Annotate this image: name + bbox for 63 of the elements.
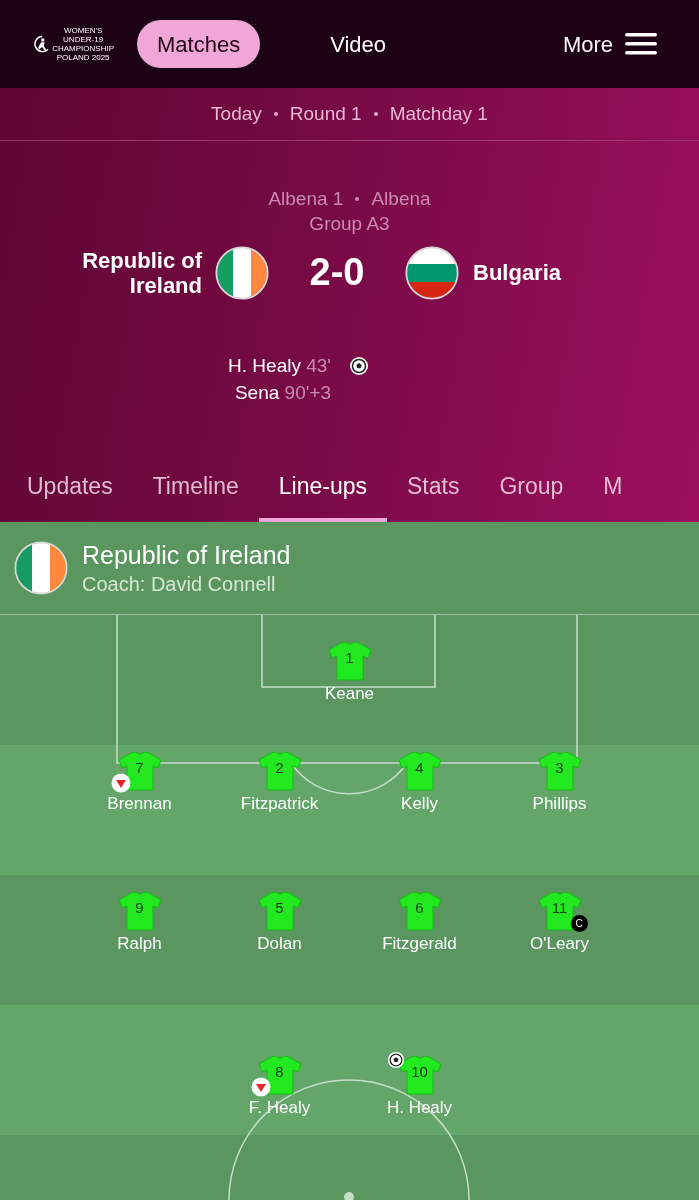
more-menu-button[interactable]: More <box>562 27 657 61</box>
player-name: Fitzpatrick <box>240 793 319 815</box>
shirt-number: 5 <box>274 900 285 915</box>
team-name: Republic of Ireland <box>81 247 202 298</box>
team-name: Republic of Ireland <box>82 539 291 571</box>
player-name: Dolan <box>257 933 302 955</box>
logo-text: UNDER-19 <box>63 35 104 44</box>
logo-text: WOMEN'S <box>63 26 103 35</box>
shirt-icon <box>116 891 163 931</box>
player-name: F. Healy <box>248 1097 311 1119</box>
section-tab[interactable]: Stats <box>386 455 480 522</box>
shirt-number: 6 <box>414 900 425 915</box>
player-name: Kelly <box>401 793 438 815</box>
player-name: Phillips <box>532 793 587 815</box>
player-name: Ralph <box>117 933 162 955</box>
shirt-number: 8 <box>274 1064 285 1079</box>
section-tab[interactable]: Group <box>479 455 584 522</box>
shirt-number: 3 <box>554 760 565 775</box>
player-name: O'Leary <box>530 933 589 955</box>
breadcrumb-item[interactable]: Matchday 1 <box>389 99 488 129</box>
shirt-number: 1 <box>344 650 355 665</box>
menu-icon <box>625 32 657 56</box>
shirt-number: 11 <box>550 900 569 915</box>
team-name: Bulgaria <box>473 259 562 287</box>
player-name: Fitzgerald <box>382 933 457 955</box>
shirt-icon <box>396 891 443 931</box>
shirt-number: 9 <box>134 900 145 915</box>
logo-text: CHAMPIONSHIP <box>52 44 114 53</box>
goal-scorer: Sena 90'+3 <box>233 381 331 405</box>
section-tab[interactable]: M <box>583 455 643 522</box>
shirt-icon <box>536 751 583 791</box>
center-spot <box>344 1192 354 1200</box>
shirt-icon <box>256 1055 303 1095</box>
goal-scorer: H. Healy 43' <box>227 354 331 378</box>
ireland-flag-icon <box>14 541 68 595</box>
shirt-number: 4 <box>414 760 425 775</box>
shirt-icon <box>256 751 303 791</box>
player-name: Keane <box>324 683 375 705</box>
shirt-number: 7 <box>134 760 145 775</box>
section-tab[interactable]: Timeline <box>132 455 259 522</box>
nav-tab[interactable]: Matches <box>137 20 261 68</box>
score: 2-0 <box>308 250 366 295</box>
nav-tab[interactable]: Video <box>310 20 407 68</box>
breadcrumb-item[interactable]: Round 1 <box>289 99 362 129</box>
breadcrumb-item[interactable]: Today <box>211 99 262 129</box>
coach-name: Coach: David Connell <box>82 571 277 597</box>
shirt-icon <box>256 891 303 931</box>
logo-text: POLAND 2025 <box>56 53 110 62</box>
shirt-icon <box>396 751 443 791</box>
bulgaria-flag-icon <box>405 245 459 300</box>
shirt-number: 2 <box>274 760 285 775</box>
goal-icon <box>349 355 369 376</box>
section-tab[interactable]: Updates <box>27 455 133 522</box>
ireland-flag-icon <box>215 245 269 300</box>
goal-icon <box>386 1051 405 1069</box>
venue-text: Albena 1 <box>268 187 344 211</box>
shirt-icon <box>326 641 373 681</box>
shirt-icon <box>536 891 583 931</box>
venue-text: Albena <box>371 187 431 211</box>
shirt-icon <box>116 751 163 791</box>
player-name: Brennan <box>107 793 172 815</box>
group-label: Group A3 <box>309 212 390 236</box>
shirt-number: 10 <box>410 1064 429 1079</box>
